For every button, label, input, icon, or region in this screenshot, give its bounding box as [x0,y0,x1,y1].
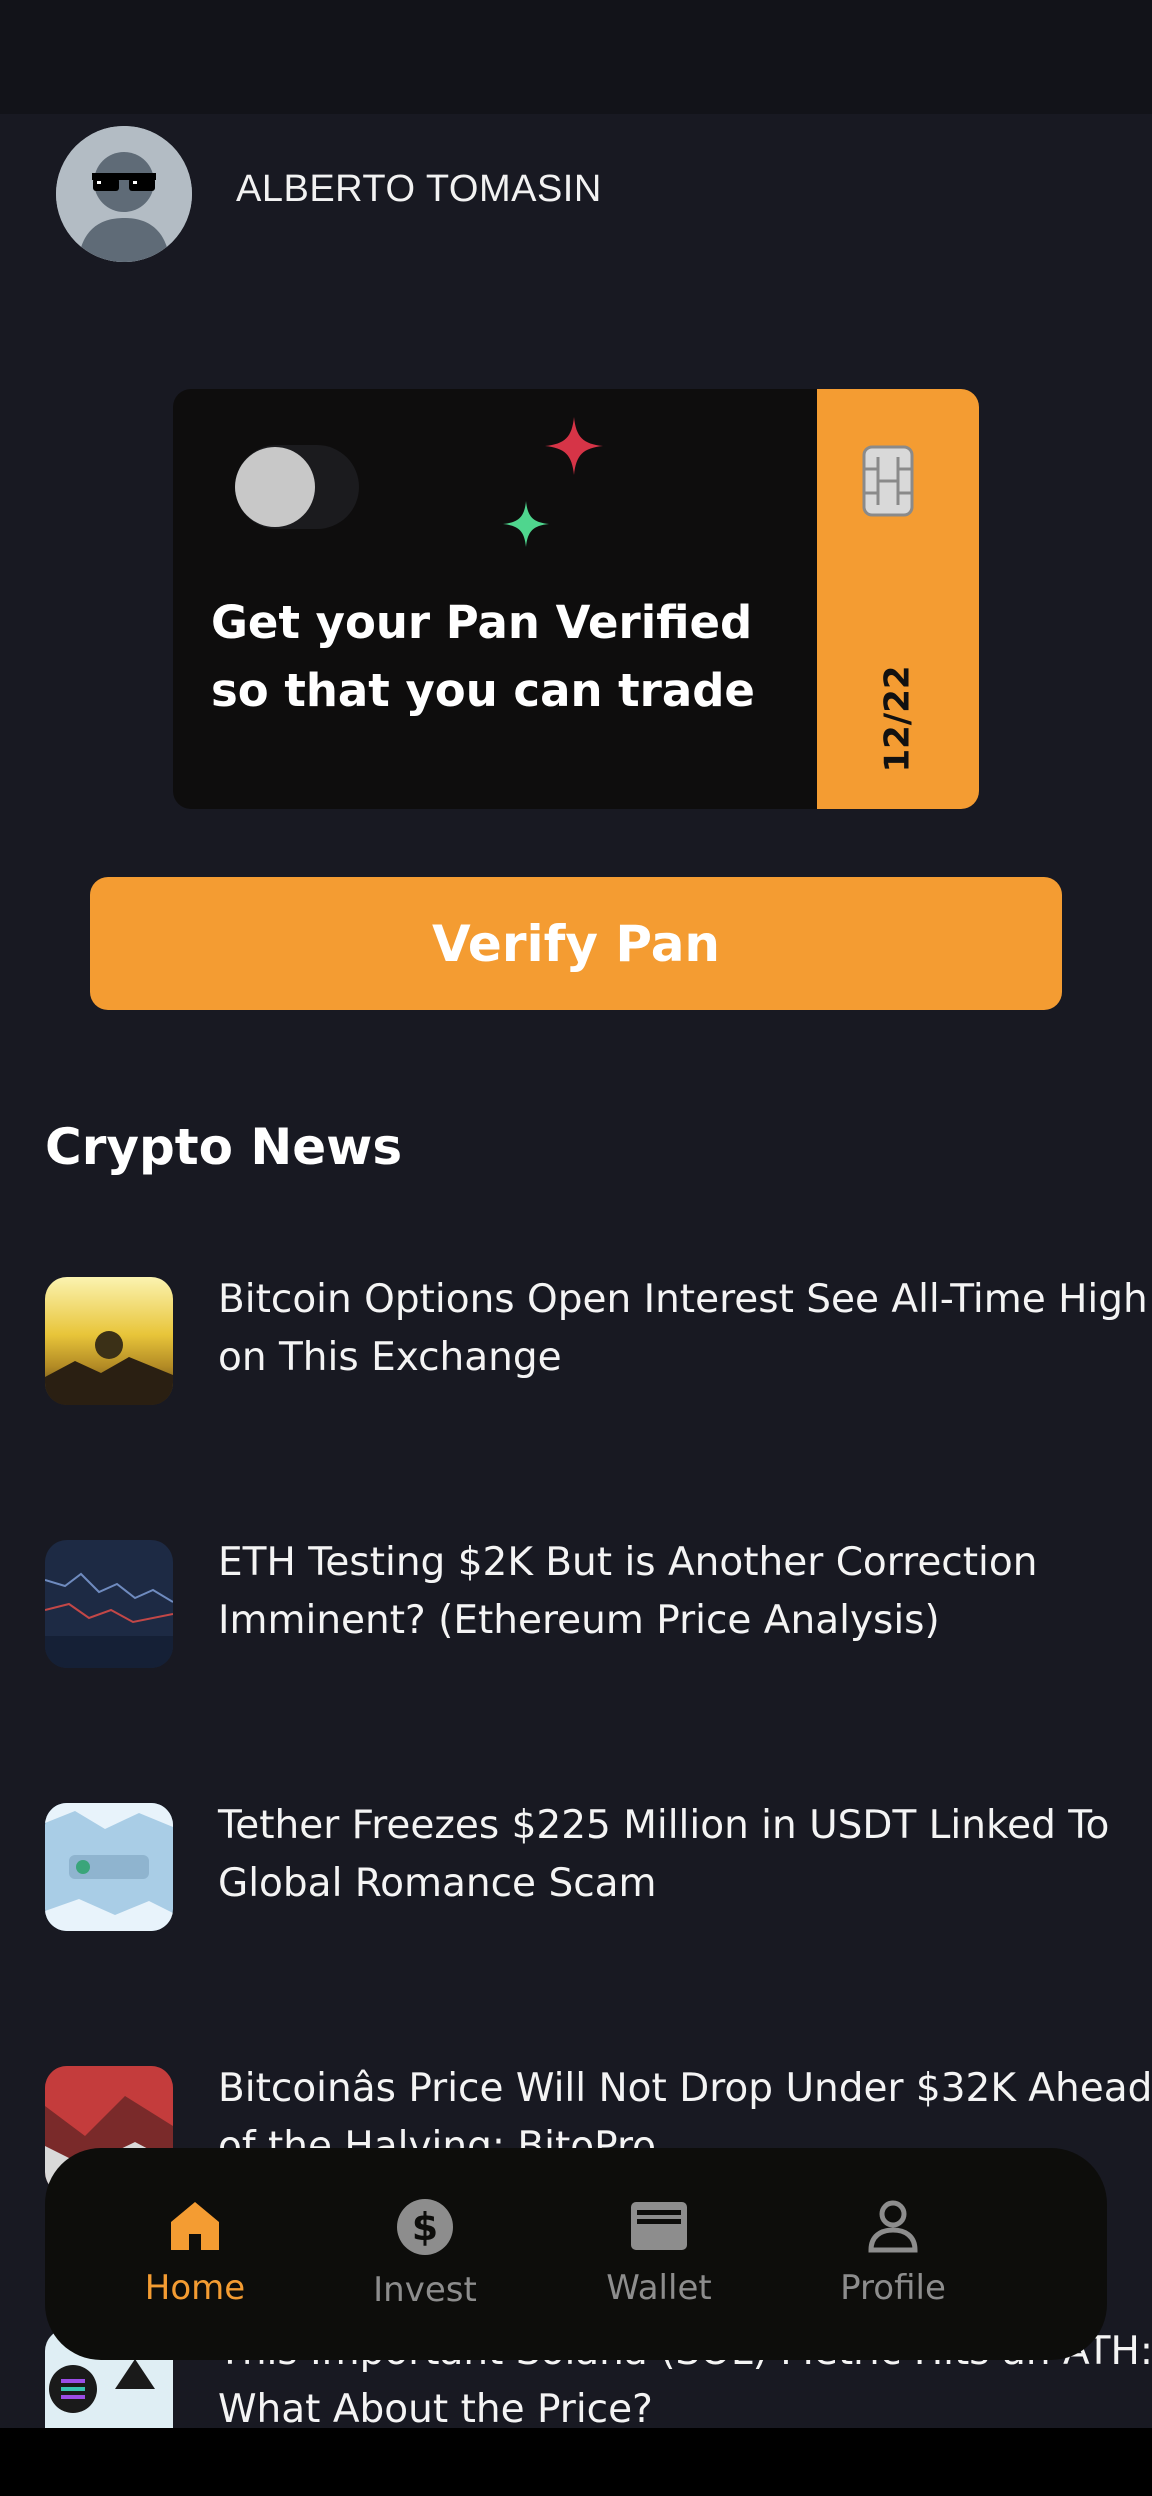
news-title: Tether Freezes $225 Million in USDT Link… [218,1803,1110,1906]
sparkle-icon [545,417,603,475]
bottom-navigation: Home $ Invest Wallet Profile [45,2148,1107,2360]
user-icon [868,2200,918,2253]
home-icon [171,2202,219,2250]
card-side-strip: 12/22 [817,389,979,809]
card-expiry: 12/22 [817,665,979,772]
news-thumbnail [45,1803,173,1931]
system-navigation-bar [0,2428,1152,2496]
expiry-text: 12/22 [877,665,918,773]
dollar-icon: $ [397,2199,453,2255]
news-item[interactable]: Bitcoin Options Open Interest See All-Ti… [45,1277,1148,1407]
news-item[interactable]: Tether Freezes $225 Million in USDT Link… [45,1803,1109,1933]
avatar[interactable] [56,126,192,262]
pan-verification-card: Get your Pan Verified so that you can tr… [173,389,979,809]
card-message: Get your Pan Verified so that you can tr… [211,596,755,717]
nav-label-invest: Invest [373,2270,477,2310]
news-title: ETH Testing $2K But is Another Correctio… [218,1540,1038,1643]
svg-text:$: $ [412,2205,438,2249]
wallet-icon [631,2202,687,2250]
nav-item-profile[interactable]: Profile [813,2198,973,2328]
news-title: Bitcoin Options Open Interest See All-Ti… [218,1277,1148,1380]
news-thumbnail [45,1277,173,1405]
nav-item-invest[interactable]: $ Invest [345,2198,505,2328]
nav-label-wallet: Wallet [606,2268,712,2308]
status-bar [0,0,1152,114]
nav-item-home[interactable]: Home [115,2198,275,2328]
user-name: ALBERTO TOMASIN [236,168,602,210]
news-item[interactable]: ETH Testing $2K But is Another Correctio… [45,1540,1105,1670]
nav-item-wallet[interactable]: Wallet [579,2198,739,2328]
sparkle-icon [503,501,549,547]
card-toggle-decoration [235,445,359,529]
chip-icon [862,445,914,517]
section-title-crypto-news: Crypto News [45,1118,403,1176]
news-thumbnail [45,1540,173,1668]
nav-label-home: Home [144,2268,246,2308]
verify-pan-button[interactable]: Verify Pan [90,877,1062,1010]
nav-label-profile: Profile [840,2268,946,2308]
